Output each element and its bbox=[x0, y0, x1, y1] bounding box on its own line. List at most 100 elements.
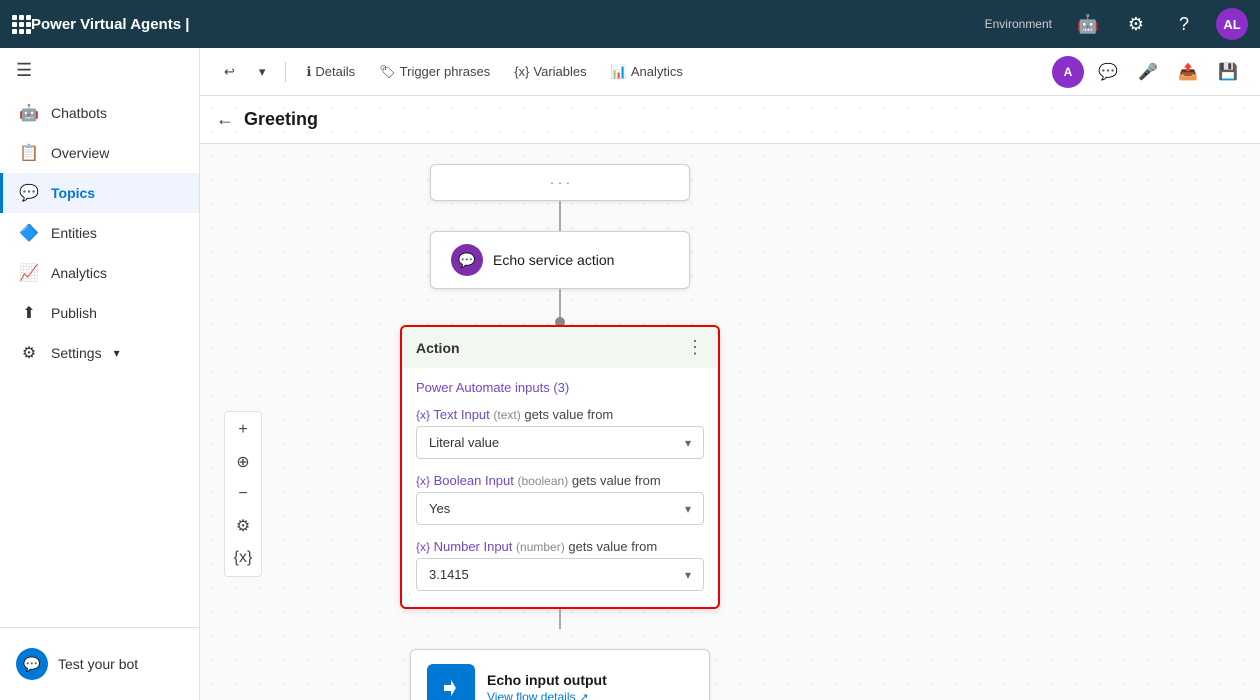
sidebar-item-analytics[interactable]: 📈 Analytics bbox=[0, 253, 199, 293]
connector-2 bbox=[559, 289, 561, 319]
boolean-input-dropdown[interactable]: Yes ▾ bbox=[416, 492, 704, 525]
settings-icon-btn[interactable]: ⚙ bbox=[1120, 8, 1152, 40]
boolean-input-label: {x} Boolean Input (boolean) gets value f… bbox=[416, 473, 704, 488]
sidebar-item-chatbots-label: Chatbots bbox=[51, 105, 107, 121]
back-button[interactable]: ← bbox=[216, 109, 234, 130]
sidebar-item-topics[interactable]: 💬 Topics bbox=[0, 173, 199, 213]
toolbar: ↩ ▾ ℹ Details 🏷 Trigger phrases {x} Vari… bbox=[200, 48, 1260, 96]
view-flow-details-link[interactable]: View flow details bbox=[487, 690, 576, 700]
user-avatar[interactable]: AL bbox=[1216, 8, 1248, 40]
settings-expand-arrow: ▾ bbox=[114, 346, 120, 360]
boolean-input-row: {x} Boolean Input (boolean) gets value f… bbox=[416, 473, 704, 525]
sidebar-item-entities[interactable]: 🔷 Entities bbox=[0, 213, 199, 253]
overview-icon: 📋 bbox=[19, 143, 39, 163]
waffle-icon[interactable] bbox=[12, 15, 31, 34]
top-partial-node: · · · bbox=[430, 164, 690, 201]
analytics-icon: 📈 bbox=[19, 263, 39, 283]
analytics-toolbar-button[interactable]: 📊 Analytics bbox=[603, 60, 691, 84]
publish-icon: ⬆ bbox=[19, 303, 39, 323]
pa-inputs-count: inputs (3) bbox=[515, 380, 569, 395]
bot-icon-btn[interactable]: 🤖 bbox=[1072, 8, 1104, 40]
external-link-icon: ↗ bbox=[579, 692, 588, 700]
zoom-out-button[interactable]: − bbox=[229, 480, 257, 508]
test-bot-item[interactable]: 💬 Test your bot bbox=[16, 640, 183, 688]
entities-icon: 🔷 bbox=[19, 223, 39, 243]
chat-icon-btn[interactable]: 💬 bbox=[1092, 56, 1124, 88]
text-input-row: {x} Text Input (text) gets value from Li… bbox=[416, 407, 704, 459]
settings-sidebar-icon: ⚙ bbox=[19, 343, 39, 363]
partial-node-text: · · · bbox=[550, 175, 570, 190]
app-title: Power Virtual Agents | bbox=[31, 16, 985, 33]
flow-container: · · · 💬 Echo service action bbox=[400, 164, 720, 700]
sidebar-item-overview-label: Overview bbox=[51, 145, 109, 161]
chatbots-icon: 🤖 bbox=[19, 103, 39, 123]
text-input-label: {x} Text Input (text) gets value from bbox=[416, 407, 704, 422]
test-bot-icon: 💬 bbox=[16, 648, 48, 680]
echo-service-action-node[interactable]: 💬 Echo service action bbox=[430, 231, 690, 289]
share-icon-btn[interactable]: 📤 bbox=[1172, 56, 1204, 88]
boolean-input-type: (boolean) bbox=[518, 474, 569, 488]
toolbar-right: A 💬 🎤 📤 💾 bbox=[1052, 56, 1244, 88]
canvas-content[interactable]: + ⊕ − ⚙ {x} · · · bbox=[200, 144, 1260, 700]
save-icon-btn[interactable]: 💾 bbox=[1212, 56, 1244, 88]
canvas-inner: + ⊕ − ⚙ {x} · · · bbox=[200, 144, 1260, 700]
connector-1 bbox=[559, 201, 561, 231]
echo-node-icon: 💬 bbox=[451, 244, 483, 276]
sidebar-item-overview[interactable]: 📋 Overview bbox=[0, 133, 199, 173]
page-title-bar: ← Greeting bbox=[200, 96, 1260, 144]
zoom-in-button[interactable]: + bbox=[229, 416, 257, 444]
dropdown-button[interactable]: ▾ bbox=[251, 60, 274, 84]
text-input-dropdown[interactable]: Literal value ▾ bbox=[416, 426, 704, 459]
action-card-body: Power Automate inputs (3) {x} Text Input… bbox=[402, 368, 718, 607]
text-input-value: Literal value bbox=[429, 435, 499, 450]
sidebar-bottom: 💬 Test your bot bbox=[0, 627, 199, 700]
sidebar-item-topics-label: Topics bbox=[51, 185, 95, 201]
boolean-input-name: Boolean Input bbox=[434, 473, 514, 488]
undo-button[interactable]: ↩ bbox=[216, 60, 243, 84]
sidebar-item-publish[interactable]: ⬆ Publish bbox=[0, 293, 199, 333]
action-card-menu-button[interactable]: ⋮ bbox=[686, 337, 704, 358]
number-input-dropdown[interactable]: 3.1415 ▾ bbox=[416, 558, 704, 591]
content-area: ↩ ▾ ℹ Details 🏷 Trigger phrases {x} Vari… bbox=[200, 48, 1260, 700]
toolbar-avatar[interactable]: A bbox=[1052, 56, 1084, 88]
center-button[interactable]: ⊕ bbox=[229, 448, 257, 476]
sidebar-item-chatbots[interactable]: 🤖 Chatbots bbox=[0, 93, 199, 133]
text-input-type: (text) bbox=[493, 408, 520, 422]
number-input-name: Number Input bbox=[434, 539, 513, 554]
zoom-controls: + ⊕ − ⚙ {x} bbox=[224, 411, 262, 577]
environment-label: Environment bbox=[985, 17, 1052, 31]
text-var-badge: {x} bbox=[416, 408, 430, 422]
trigger-icon: 🏷 bbox=[379, 64, 396, 80]
sidebar-item-settings[interactable]: ⚙ Settings ▾ bbox=[0, 333, 199, 373]
connector-2-wrapper bbox=[555, 289, 565, 325]
text-input-name: Text Input bbox=[433, 407, 489, 422]
number-var-badge: {x} bbox=[416, 540, 430, 554]
mic-icon-btn[interactable]: 🎤 bbox=[1132, 56, 1164, 88]
sidebar: ☰ 🤖 Chatbots 📋 Overview 💬 Topics 🔷 Entit… bbox=[0, 48, 200, 700]
pa-inputs-label: Power Automate inputs (3) bbox=[416, 380, 704, 395]
help-icon-btn[interactable]: ? bbox=[1168, 8, 1200, 40]
trigger-phrases-button[interactable]: 🏷 Trigger phrases bbox=[371, 60, 498, 84]
variables-icon: {x} bbox=[514, 64, 529, 79]
canvas-settings-button[interactable]: ⚙ bbox=[229, 512, 257, 540]
sidebar-toggle[interactable]: ☰ bbox=[0, 48, 199, 93]
analytics-toolbar-icon: 📊 bbox=[611, 64, 627, 80]
text-input-suffix: gets value from bbox=[524, 407, 613, 422]
action-card-title: Action bbox=[416, 340, 460, 356]
info-icon: ℹ bbox=[306, 64, 311, 80]
variables-button[interactable]: {x} Variables bbox=[506, 60, 594, 83]
echo-output-node[interactable]: Echo input output View flow details ↗ bbox=[410, 649, 710, 700]
number-input-label: {x} Number Input (number) gets value fro… bbox=[416, 539, 704, 554]
boolean-input-suffix: gets value from bbox=[572, 473, 661, 488]
variable-button[interactable]: {x} bbox=[229, 544, 257, 572]
number-input-row: {x} Number Input (number) gets value fro… bbox=[416, 539, 704, 591]
connector-3 bbox=[559, 609, 561, 629]
boolean-var-badge: {x} bbox=[416, 474, 430, 488]
echo-output-icon bbox=[427, 664, 475, 700]
page-title: Greeting bbox=[244, 109, 318, 130]
number-input-suffix: gets value from bbox=[568, 539, 657, 554]
action-card: Action ⋮ Power Automate inputs (3) bbox=[400, 325, 720, 609]
details-button[interactable]: ℹ Details bbox=[298, 60, 363, 84]
sidebar-item-entities-label: Entities bbox=[51, 225, 97, 241]
echo-node-text: Echo service action bbox=[493, 252, 614, 268]
